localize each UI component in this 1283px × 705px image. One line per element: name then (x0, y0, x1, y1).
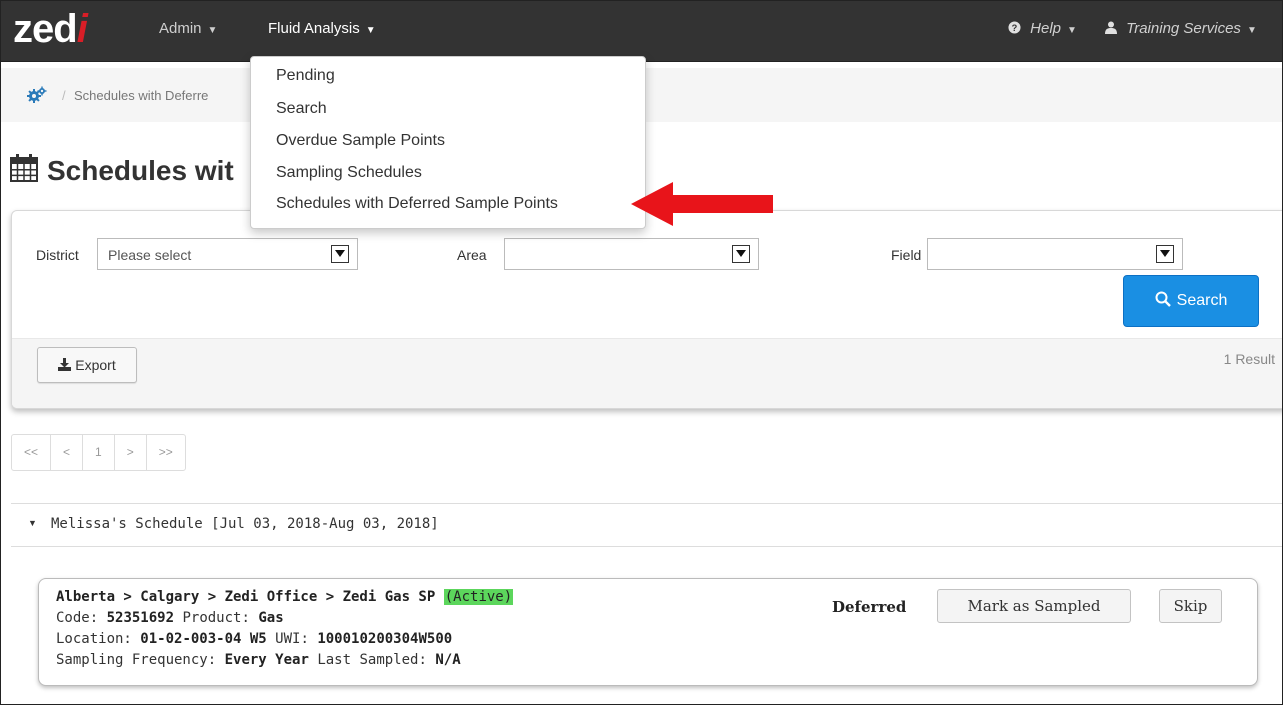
frequency-label: Sampling Frequency: (56, 652, 217, 668)
select-arrow-icon (331, 245, 349, 263)
field-label: Field (891, 247, 922, 263)
frequency-line: Sampling Frequency: Every Year Last Samp… (56, 652, 461, 668)
field-select[interactable] (927, 238, 1183, 270)
question-circle-icon: ? (1008, 20, 1025, 37)
nav-user-label: Training Services (1126, 20, 1241, 37)
pagination-page-1[interactable]: 1 (83, 435, 115, 470)
export-button[interactable]: Export (37, 347, 137, 383)
skip-label: Skip (1173, 597, 1208, 615)
download-icon (58, 358, 72, 371)
triangle-down-icon[interactable]: ▼ (28, 518, 37, 528)
zedi-logo[interactable]: zedi (13, 7, 88, 51)
location-value: 01-02-003-04 W5 (140, 631, 267, 647)
active-badge: (Active) (443, 589, 514, 605)
uwi-label: UWI: (275, 631, 309, 647)
top-navbar: zedi Admin ▼ Fluid Analysis ▼ ? Help ▼ Trai… (1, 1, 1282, 62)
menu-item-overdue-sample-points[interactable]: Overdue Sample Points (276, 132, 445, 150)
mark-as-sampled-button[interactable]: Mark as Sampled (937, 589, 1131, 623)
schedule-header[interactable]: ▼ Melissa's Schedule [Jul 03, 2018-Aug 0… (11, 503, 1282, 547)
last-sampled-label: Last Sampled: (317, 652, 427, 668)
caret-down-icon: ▼ (365, 25, 376, 36)
caret-down-icon: ▼ (207, 25, 218, 36)
select-arrow-icon (732, 245, 750, 263)
menu-item-sampling-schedules[interactable]: Sampling Schedules (276, 164, 422, 182)
search-icon (1155, 291, 1171, 307)
area-select[interactable] (504, 238, 759, 270)
nav-fluid-label: Fluid Analysis (268, 20, 360, 37)
cogs-icon[interactable] (27, 86, 47, 109)
export-button-label: Export (75, 357, 116, 373)
pagination-last[interactable]: >> (147, 435, 185, 470)
logo-text: zed (13, 7, 78, 51)
location-label: Location: (56, 631, 132, 647)
menu-item-search[interactable]: Search (276, 100, 327, 118)
skip-button[interactable]: Skip (1159, 589, 1222, 623)
district-select[interactable]: Please select (97, 238, 358, 270)
filter-panel-footer (12, 338, 1282, 408)
menu-item-schedules-deferred[interactable]: Schedules with Deferred Sample Points (276, 195, 558, 213)
sample-point-card: Alberta > Calgary > Zedi Office > Zedi G… (38, 578, 1258, 686)
status-deferred: Deferred (832, 598, 907, 616)
pagination-prev[interactable]: < (51, 435, 84, 470)
product-value: Gas (258, 610, 284, 626)
nav-admin[interactable]: Admin ▼ (159, 20, 217, 37)
uwi-value: 100010200304W500 (317, 631, 453, 647)
frequency-value: Every Year (224, 652, 309, 668)
page-title-text: Schedules wit (47, 155, 234, 186)
app-window: zedi Admin ▼ Fluid Analysis ▼ ? Help ▼ Trai… (0, 0, 1283, 705)
product-label: Product: (182, 610, 250, 626)
code-value: 52351692 (106, 610, 175, 626)
menu-item-pending[interactable]: Pending (276, 67, 335, 85)
page-title: Schedules wit (9, 153, 234, 190)
pagination-first[interactable]: << (12, 435, 52, 470)
nav-help[interactable]: ? Help ▼ (1008, 20, 1077, 37)
location-line: Location: 01-02-003-04 W5 UWI: 100010200… (56, 631, 452, 647)
fluid-analysis-menu: Pending Search Overdue Sample Points Sam… (250, 56, 646, 229)
breadcrumb-current: Schedules with Deferre (74, 88, 209, 103)
select-arrow-icon (1156, 245, 1174, 263)
last-sampled-value: N/A (435, 652, 461, 668)
svg-text:?: ? (1012, 23, 1018, 33)
district-label: District (36, 247, 79, 263)
nav-admin-label: Admin (159, 20, 202, 37)
sample-point-path-line: Alberta > Calgary > Zedi Office > Zedi G… (56, 589, 514, 605)
district-select-value: Please select (108, 247, 192, 263)
nav-fluid-analysis[interactable]: Fluid Analysis ▼ (268, 20, 376, 37)
result-count: 1 Result (1223, 351, 1275, 367)
user-icon (1105, 20, 1121, 37)
code-line: Code: 52351692 Product: Gas (56, 610, 284, 626)
sample-point-path: Alberta > Calgary > Zedi Office > Zedi G… (56, 589, 436, 605)
caret-down-icon: ▼ (1246, 25, 1257, 36)
filter-panel: District Please select Area Field Search… (11, 210, 1282, 409)
mark-as-sampled-label: Mark as Sampled (967, 597, 1101, 615)
schedule-title: Melissa's Schedule [Jul 03, 2018-Aug 03,… (51, 516, 439, 532)
search-button-label: Search (1176, 292, 1228, 309)
nav-user[interactable]: Training Services ▼ (1105, 20, 1257, 37)
pagination: << < 1 > >> (11, 434, 186, 471)
red-arrow-icon (631, 182, 773, 226)
breadcrumb-separator: / (62, 88, 66, 103)
area-label: Area (457, 247, 487, 263)
calendar-icon (9, 153, 39, 190)
logo-accent: i (76, 7, 88, 51)
search-button[interactable]: Search (1123, 275, 1259, 327)
code-label: Code: (56, 610, 99, 626)
nav-help-label: Help (1030, 20, 1062, 37)
pagination-next[interactable]: > (115, 435, 147, 470)
caret-down-icon: ▼ (1067, 25, 1077, 36)
